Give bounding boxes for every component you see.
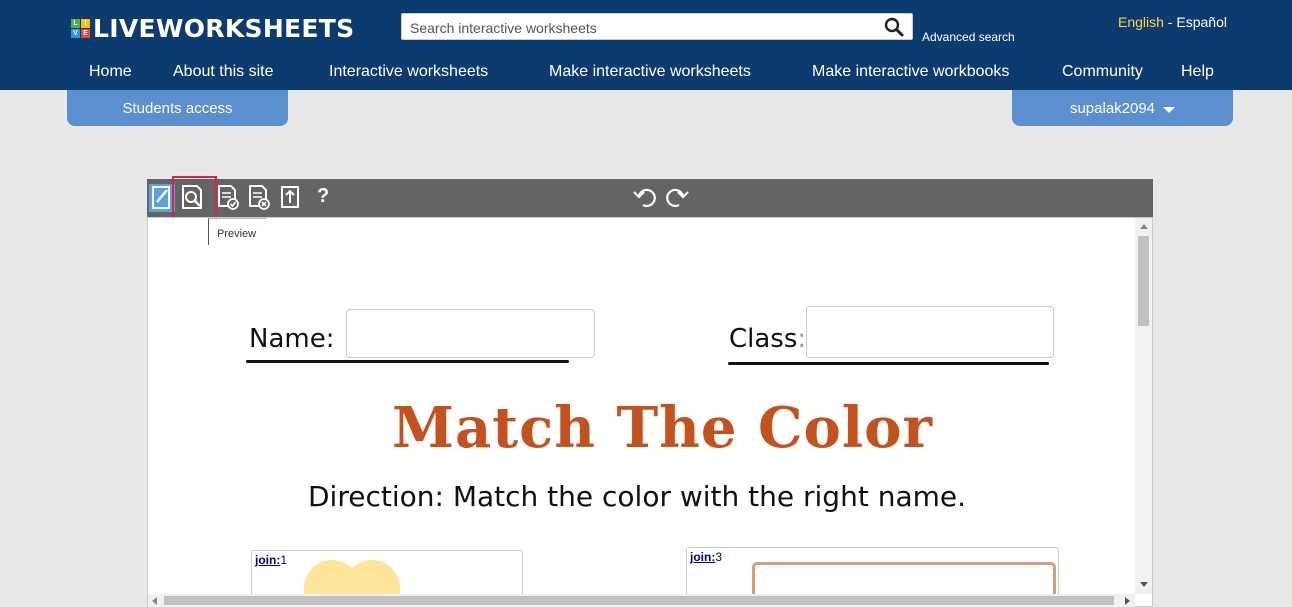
scroll-left-arrow-icon[interactable] — [152, 597, 157, 605]
worksheet-direction: Direction: Match the color with the righ… — [308, 480, 967, 513]
join-number-3: 3 — [715, 550, 723, 564]
search-box[interactable] — [401, 13, 913, 40]
caret-down-icon — [1163, 106, 1176, 113]
students-access-tab[interactable]: Students access — [67, 90, 288, 126]
clear-answers-icon[interactable] — [244, 182, 274, 212]
logo-text: LIVEWORKSHEETS — [93, 14, 355, 43]
editor-toolbar: ? — [147, 179, 1153, 217]
advanced-search-link[interactable]: Advanced search — [922, 30, 1015, 44]
name-underline — [246, 360, 569, 363]
students-access-label: Students access — [122, 99, 233, 117]
logo-tile-l: L — [71, 19, 80, 28]
horizontal-scroll-thumb[interactable] — [164, 596, 1114, 605]
name-input[interactable] — [346, 309, 595, 358]
username-label: supalak2094 — [1069, 99, 1156, 117]
join-box-1[interactable]: join:1 — [251, 550, 523, 600]
search-icon[interactable] — [884, 17, 904, 37]
help-icon[interactable]: ? — [317, 185, 329, 208]
join-prefix-3: join: — [690, 550, 716, 564]
vertical-scrollbar[interactable] — [1135, 218, 1152, 594]
preview-tooltip: Preview — [208, 218, 267, 245]
undo-icon[interactable] — [631, 182, 661, 212]
lang-separator: - — [1163, 14, 1177, 30]
vertical-scroll-thumb[interactable] — [1138, 236, 1149, 326]
user-menu[interactable]: supalak2094 — [1012, 90, 1233, 126]
scroll-up-arrow-icon[interactable] — [1140, 224, 1148, 229]
search-input[interactable] — [408, 17, 872, 39]
logo-tiles: L I V E — [71, 19, 90, 38]
preview-highlight — [172, 176, 217, 220]
nav-interactive-worksheets[interactable]: Interactive worksheets — [329, 63, 488, 81]
join-box-3[interactable]: join:3 — [686, 547, 1059, 600]
site-logo[interactable]: L I V E LIVEWORKSHEETS — [71, 14, 354, 43]
logo-tile-i: I — [81, 19, 90, 28]
join-label-3: join:3 — [690, 550, 722, 564]
lang-spanish-link[interactable]: Español — [1176, 14, 1227, 30]
class-input[interactable] — [806, 306, 1054, 358]
nav-make-workbooks[interactable]: Make interactive workbooks — [812, 63, 1009, 81]
upload-icon[interactable] — [275, 182, 305, 212]
logo-tile-v: V — [71, 29, 80, 38]
heart-image — [304, 560, 400, 599]
nav-help[interactable]: Help — [1181, 63, 1214, 81]
site-header: L I V E LIVEWORKSHEETS Advanced search E… — [0, 0, 1292, 90]
horizontal-scrollbar[interactable] — [148, 594, 1135, 607]
join-prefix-1: join: — [255, 553, 281, 567]
lang-english-link[interactable]: English — [1118, 14, 1164, 30]
class-underline — [728, 362, 1049, 365]
redo-icon[interactable] — [661, 182, 691, 212]
check-answers-icon[interactable] — [213, 182, 243, 212]
nav-home[interactable]: Home — [89, 63, 132, 81]
class-label-text: Class — [729, 324, 798, 354]
join-number-1: 1 — [280, 553, 288, 567]
join-label-1: join:1 — [255, 553, 287, 567]
scroll-down-arrow-icon[interactable] — [1140, 582, 1148, 587]
language-switcher: English - Español — [1118, 14, 1227, 30]
nav-community[interactable]: Community — [1062, 63, 1143, 81]
name-label: Name: — [249, 324, 335, 354]
scroll-right-arrow-icon[interactable] — [1125, 597, 1130, 605]
class-colon: : — [797, 324, 807, 354]
class-label: Class: — [729, 324, 806, 354]
nav-make-worksheets[interactable]: Make interactive worksheets — [549, 63, 751, 81]
logo-tile-e: E — [81, 29, 90, 38]
worksheet-title: Match The Color — [392, 395, 934, 461]
nav-about[interactable]: About this site — [173, 63, 274, 81]
